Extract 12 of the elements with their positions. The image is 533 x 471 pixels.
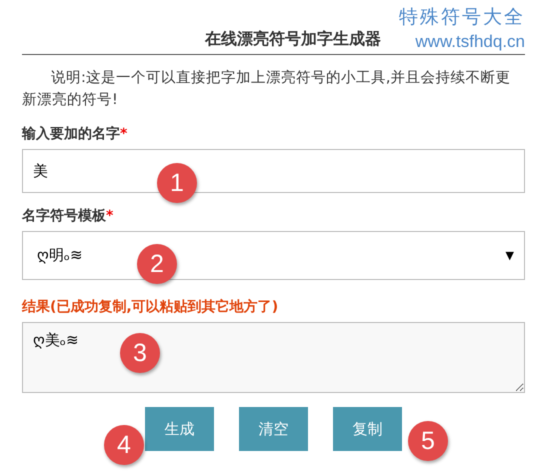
callout-number: 2 <box>137 244 177 284</box>
callout-number: 5 <box>408 421 448 461</box>
field-label: 名字符号模板 <box>22 208 106 224</box>
result-label: 结果(已成功复制,可以粘贴到其它地方了) <box>22 299 278 315</box>
page-title: 在线漂亮符号加字生成器 <box>205 29 381 50</box>
callout-number: 4 <box>104 425 144 465</box>
intro-text: 说明:这是一个可以直接把字加上漂亮符号的小工具,并且会持续不断更新漂亮的符号! <box>22 68 512 110</box>
field-label: 输入要加的名字 <box>22 126 120 142</box>
site-name: 特殊符号大全 <box>399 5 525 30</box>
required-mark: * <box>106 208 114 224</box>
site-url: www.tsfhdq.cn <box>415 31 525 53</box>
required-mark: * <box>120 126 128 142</box>
